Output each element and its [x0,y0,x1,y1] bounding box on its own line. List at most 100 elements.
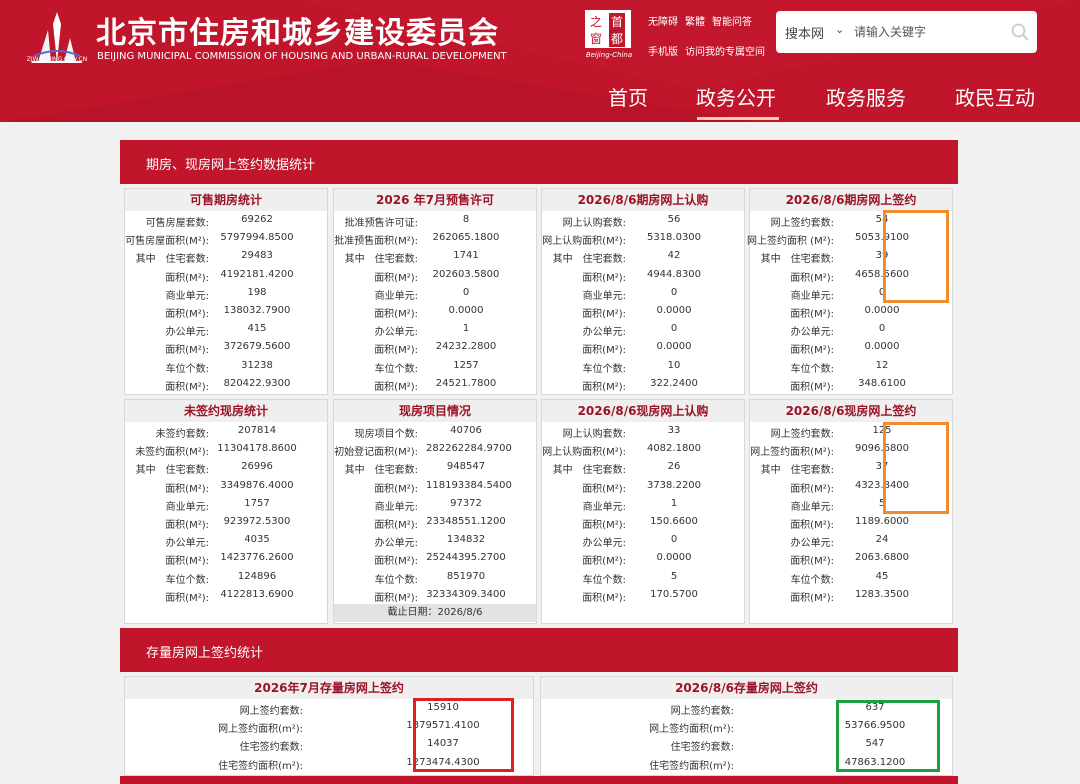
stat-row: 网上签约面积(m²): 1379571.4100 [125,717,533,735]
panel-title: 2026年7月存量房网上签约 [125,677,533,699]
nav-government-services[interactable]: 政务服务 [826,82,906,111]
seal-char: 窗 [590,32,603,46]
nav-home[interactable]: 首页 [608,82,648,111]
stat-panel: 2026/8/6现房网上签约 网上签约套数: 125 网上签约面积(M²): 9096.… [749,399,953,624]
stat-label: 商业单元: [165,290,209,302]
site-title[interactable]: 北京市住房和城乡建设委员会 [96,8,499,52]
stat-value: 5318.0300 [646,232,702,244]
stat-row: 网上签约面积 (M²): 5053.9100 [747,229,952,247]
stat-label: 面积(M²): [374,308,418,320]
stat-label: 网上认购套数: [562,218,626,229]
stat-row: 办公单元: 0 [542,531,744,549]
nav-government-affairs[interactable]: 政务公开 [696,82,776,111]
stat-row: 未签约面积(M²): 11304178.8600 [125,440,327,458]
stat-row: 面积(M²): 4122813.6900 [125,586,327,604]
panel-title: 2026/8/6现房网上认购 [542,400,744,422]
stat-label: 网上认购套数: [562,429,626,440]
stat-row: 可售房屋套数: 69262 [125,211,327,229]
stat-row: 商业单元: 5 [750,495,952,513]
stat-value: 207814 [237,425,277,436]
stat-row: 面积(M²): 0.0000 [750,338,952,356]
stat-label: 面积(M²): [165,519,209,531]
stat-label: 商业单元: [790,501,834,513]
stat-row: 面积(M²): 1283.3500 [750,586,952,604]
stat-row: 其中 住宅套数: 29483 [125,247,327,265]
seal-char: 之 [590,15,603,29]
mobile-version-link[interactable]: 手机版 [648,43,678,58]
stat-label: 办公单元: [582,538,626,550]
seal-char: 都 [609,30,626,47]
stat-label: 商业单元: [582,501,626,513]
stat-value: 4944.8300 [646,268,702,280]
stat-value: 348.6100 [858,377,906,389]
stat-label: 车位个数: [582,574,626,586]
stat-row: 面积(M²): 32334309.3400 [334,586,536,604]
stat-value: 14037 [427,738,459,750]
stat-row: 面积(M²): 24521.7800 [334,375,536,393]
panel-title: 2026 年7月预售许可 [334,189,536,211]
stat-row: 办公单元: 4035 [125,531,327,549]
stat-label: 网上签约套数: [670,706,734,717]
stat-row: 面积(M²): 170.5700 [542,586,744,604]
stat-label: 面积(M²): [790,381,834,393]
stat-row: 面积(M²): 923972.5300 [125,513,327,531]
stat-row: 商业单元: 1 [542,495,744,513]
chevron-down-icon[interactable]: ⌄ [835,23,844,36]
stat-row: 面积(M²): 348.6100 [750,375,952,393]
stat-value: 1423776.2600 [220,552,294,564]
stat-row: 车位个数: 12 [750,357,952,375]
stat-value: 1273474.4300 [406,756,480,768]
nav-active-indicator [697,117,779,120]
search-scope-select[interactable]: 搜本网 [785,23,824,42]
stat-row: 其中 住宅套数: 42 [542,247,744,265]
stat-label: 可售房屋套数: [145,218,209,229]
traditional-chinese-link[interactable]: 繁體 [685,13,705,28]
stat-value: 1 [462,323,470,335]
stat-row: 办公单元: 415 [125,320,327,338]
capital-window-logo[interactable]: 之 首 窗 都 [585,10,631,48]
stat-value: 2063.6800 [854,552,910,564]
stat-value: 24 [875,534,889,546]
stat-label: 办公单元: [790,538,834,550]
stat-row: 现房项目个数: 40706 [334,422,536,440]
stat-label: 面积(M²): [165,483,209,495]
stat-value: 5797994.8500 [220,232,294,244]
stat-label: 车位个数: [374,574,418,586]
stat-row: 批准预售许可证: 8 [334,211,536,229]
stat-value: 547 [865,738,885,750]
smart-qa-link[interactable]: 智能问答 [712,13,752,28]
search-icon[interactable] [1010,22,1030,42]
stat-row: 网上签约套数: 54 [750,211,952,229]
stat-label: 网上认购面积(M²): [542,236,626,248]
stat-label: 办公单元: [790,327,834,339]
stat-label: 其中 住宅套数: [344,465,418,477]
my-space-link[interactable]: 访问我的专属空间 [685,43,765,58]
stat-value: 0.0000 [656,341,692,353]
stat-panel: 可售期房统计 可售房屋套数: 69262 可售房屋面积(M²): 5797994.850… [124,188,328,395]
nav-public-interaction[interactable]: 政民互动 [955,82,1035,111]
accessibility-link[interactable]: 无障碍 [648,13,678,28]
stat-row: 网上认购面积(M²): 4082.1800 [542,440,744,458]
stat-value: 262065.1800 [432,232,500,244]
stat-value: 372679.5600 [223,341,291,353]
stat-label: 车位个数: [165,574,209,586]
stat-value: 11304178.8600 [217,443,297,455]
stat-label: 面积(M²): [790,556,834,568]
stat-row: 网上签约面积(M²): 9096.6800 [750,440,952,458]
stat-row: 办公单元: 0 [542,320,744,338]
stat-row: 面积(M²): 138032.7900 [125,302,327,320]
stat-panel: 2026/8/6期房网上签约 网上签约套数: 54 网上签约面积 (M²): 5053.… [747,188,953,395]
stat-label: 面积(M²): [165,381,209,393]
stat-value: 134832 [446,534,486,546]
stat-panel: 2026/8/6存量房网上签约 网上签约套数: 637 网上签约面积(m²): 5376… [540,676,953,776]
stat-value: 170.5700 [650,588,698,600]
stat-row: 面积(M²): 4192181.4200 [125,266,327,284]
stat-value: 0 [670,534,678,546]
search-input[interactable] [854,19,1004,45]
stat-row: 面积(M²): 820422.9300 [125,375,327,393]
stat-label: 办公单元: [374,327,418,339]
panel-footer-date: 截止日期：2026/8/6 [334,603,536,622]
stat-value: 9096.6800 [854,443,910,455]
stat-label: 面积(M²): [374,592,418,604]
stat-label: 网上签约套数: [770,429,834,440]
